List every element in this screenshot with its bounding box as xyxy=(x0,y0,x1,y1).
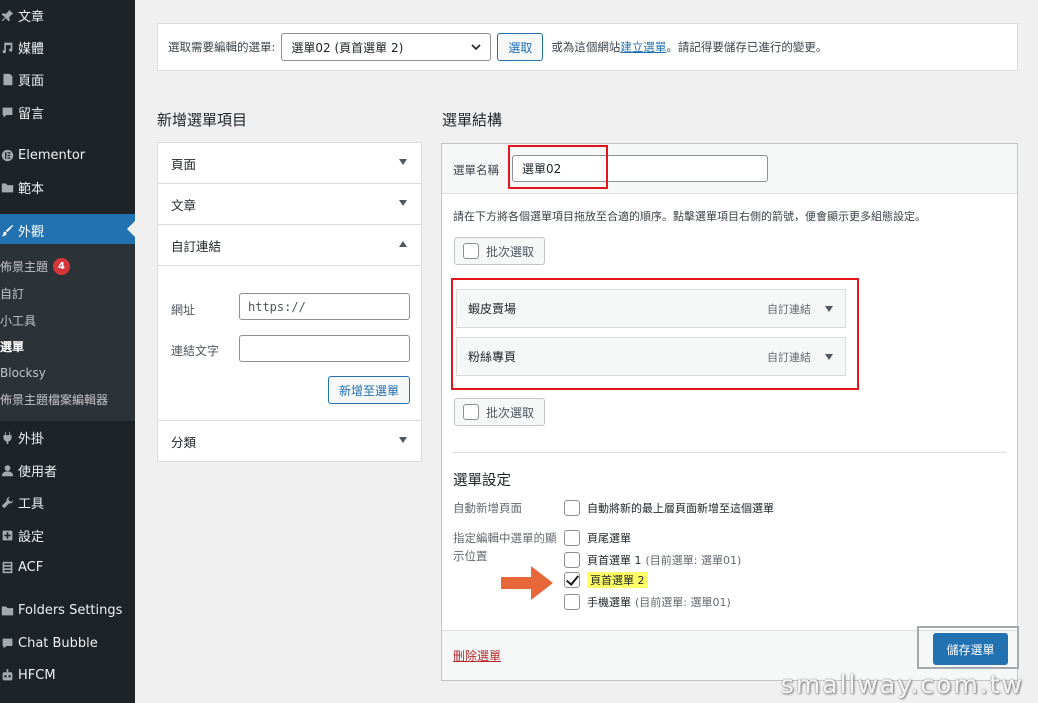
accordion-categories[interactable]: 分類 xyxy=(158,421,421,462)
location-header-menu-2[interactable]: 頁首選單 2 xyxy=(564,572,648,588)
menu-settings-title: 選單設定 xyxy=(453,473,511,489)
add-to-menu-button[interactable]: 新增至選單 xyxy=(328,376,410,404)
triangle-up-icon xyxy=(399,241,407,247)
header-menu-2-checkbox[interactable] xyxy=(564,572,580,588)
wrench-icon xyxy=(0,495,14,509)
admin-sidebar: 文章 媒體 頁面 留言 Elementor 範本 外觀 佈景主題 4 自訂 小工… xyxy=(0,0,135,703)
folder-icon xyxy=(0,180,14,194)
url-input[interactable]: https:// xyxy=(239,293,410,320)
comment-icon xyxy=(0,105,14,119)
watermark: smallway.com.tw xyxy=(780,670,1024,699)
sidebar-item-tools[interactable]: 工具 xyxy=(0,487,135,517)
annotation-arrow-icon xyxy=(501,566,553,600)
sidebar-item-users[interactable]: 使用者 xyxy=(0,455,135,485)
menu-item[interactable]: 蝦皮賣場 自訂連結 xyxy=(456,289,846,328)
location-label-line1: 指定編輯中選單的顯 xyxy=(453,531,557,545)
location-label-line2: 示位置 xyxy=(453,549,488,563)
chat-icon xyxy=(0,636,14,650)
elementor-icon xyxy=(0,148,14,162)
triangle-down-icon xyxy=(399,437,407,443)
url-label: 網址 xyxy=(171,303,196,317)
sidebar-item-settings[interactable]: 設定 xyxy=(0,520,135,550)
sidebar-item-comments[interactable]: 留言 xyxy=(0,97,135,127)
bulk-select-button-top[interactable]: 批次選取 xyxy=(454,237,545,265)
sidebar-item-posts[interactable]: 文章 xyxy=(0,0,135,30)
menu-name-highlight xyxy=(508,145,608,189)
settings-icon xyxy=(0,528,14,542)
header-menu-1-checkbox[interactable] xyxy=(564,552,580,568)
location-header-menu-1[interactable]: 頁首選單 1 (目前選單: 選單01) xyxy=(564,552,741,568)
menu-structure-heading: 選單結構 xyxy=(442,111,503,129)
triangle-down-icon[interactable] xyxy=(825,306,833,312)
sidebar-item-chat-bubble[interactable]: Chat Bubble xyxy=(0,628,135,658)
sidebar-item-folders-settings[interactable]: Folders Settings xyxy=(0,595,135,625)
triangle-down-icon[interactable] xyxy=(825,354,833,360)
sidebar-item-media[interactable]: 媒體 xyxy=(0,32,135,62)
sidebar-item-templates[interactable]: 範本 xyxy=(0,172,135,202)
triangle-down-icon xyxy=(399,200,407,206)
menu-instructions: 請在下方將各個選單項目拖放至合適的順序。點擊選單項目右側的箭號，便會顯示更多組態… xyxy=(453,210,926,223)
auto-add-checkbox[interactable] xyxy=(564,500,580,516)
page-icon xyxy=(0,72,14,86)
checkbox xyxy=(463,243,479,259)
add-menu-items-accordion: 頁面 文章 自訂連結 網址 https:// 連結文字 新增至選單 分類 xyxy=(157,142,422,462)
submenu-item-menus[interactable]: 選單 xyxy=(0,335,24,357)
bulk-select-button-bottom[interactable]: 批次選取 xyxy=(454,398,545,426)
auto-add-pages-label: 自動新增頁面 xyxy=(453,501,522,515)
menu-header: 選單名稱 選單02 xyxy=(442,144,1017,194)
add-menu-items-heading: 新增選單項目 xyxy=(157,111,248,129)
location-mobile-menu[interactable]: 手機選單 (目前選單: 選單01) xyxy=(564,594,731,610)
auto-add-pages-option[interactable]: 自動將新的最上層頁面新增至這個選單 xyxy=(564,500,774,516)
chevron-down-icon xyxy=(471,44,481,51)
menu-name-label: 選單名稱 xyxy=(453,163,499,177)
delete-menu-link[interactable]: 刪除選單 xyxy=(453,647,501,664)
sidebar-item-hfcm[interactable]: HFCM xyxy=(0,660,135,690)
sidebar-item-acf[interactable]: ACF xyxy=(0,552,135,582)
link-text-input[interactable] xyxy=(239,335,410,362)
sidebar-item-elementor[interactable]: Elementor xyxy=(0,140,135,170)
footer-menu-checkbox[interactable] xyxy=(564,530,580,546)
sidebar-item-plugins[interactable]: 外掛 xyxy=(0,422,135,452)
mobile-menu-checkbox[interactable] xyxy=(564,594,580,610)
user-icon xyxy=(0,463,14,477)
location-footer-menu[interactable]: 頁尾選單 xyxy=(564,530,631,546)
select-menu-label: 選取需要編輯的選單: xyxy=(168,40,276,54)
accordion-pages[interactable]: 頁面 xyxy=(158,143,421,184)
submenu-item-theme-file-editor[interactable]: 佈景主題檔案編輯器 xyxy=(0,388,108,410)
sidebar-item-pages[interactable]: 頁面 xyxy=(0,64,135,94)
sidebar-item-appearance[interactable]: 外觀 xyxy=(0,214,135,246)
select-menu-button[interactable]: 選取 xyxy=(497,33,544,61)
plug-icon xyxy=(0,430,14,444)
save-menu-button[interactable]: 儲存選單 xyxy=(933,633,1008,665)
create-menu-text: 或為這個網站建立選單。請記得要儲存已進行的變更。 xyxy=(551,40,828,54)
link-text-label: 連結文字 xyxy=(171,344,220,358)
appearance-submenu: 佈景主題 4 自訂 小工具 選單 Blocksy 佈景主題檔案編輯器 xyxy=(0,244,135,421)
folder-settings-icon xyxy=(0,603,14,617)
triangle-down-icon xyxy=(399,159,407,165)
robot-icon xyxy=(0,668,14,682)
submenu-item-themes[interactable]: 佈景主題 4 xyxy=(0,255,71,277)
media-icon xyxy=(0,40,14,54)
menu-select-bar: 選取需要編輯的選單: 選單02 (頁首選單 2) 選取 或為這個網站建立選單。請… xyxy=(157,23,1018,71)
submenu-item-widgets[interactable]: 小工具 xyxy=(0,309,36,331)
menu-item[interactable]: 粉絲專頁 自訂連結 xyxy=(456,337,846,376)
brush-icon xyxy=(0,223,14,237)
acf-icon xyxy=(0,560,14,574)
divider xyxy=(453,452,1006,453)
submenu-item-blocksy[interactable]: Blocksy xyxy=(0,362,46,384)
menu-select-dropdown[interactable]: 選單02 (頁首選單 2) xyxy=(281,33,492,61)
checkbox xyxy=(463,404,479,420)
submenu-item-customize[interactable]: 自訂 xyxy=(0,282,24,304)
update-count-badge: 4 xyxy=(53,257,71,275)
accordion-custom-links[interactable]: 自訂連結 xyxy=(158,225,421,266)
custom-links-panel: 網址 https:// 連結文字 新增至選單 xyxy=(158,266,421,421)
pin-icon xyxy=(0,8,14,22)
accordion-posts[interactable]: 文章 xyxy=(158,184,421,225)
create-menu-link[interactable]: 建立選單 xyxy=(620,40,666,54)
